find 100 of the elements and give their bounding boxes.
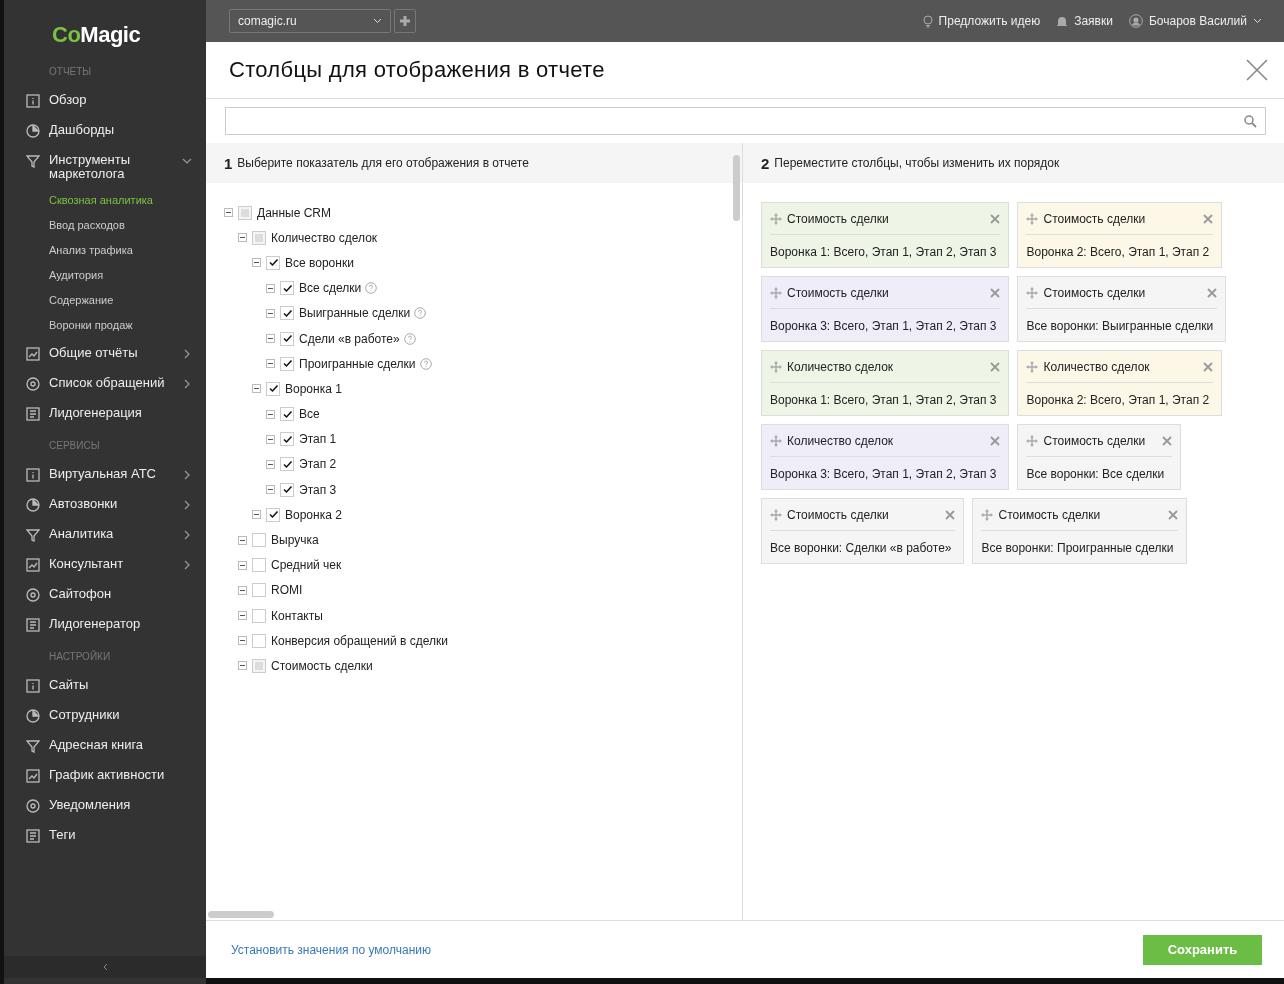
close-icon[interactable]	[990, 213, 1001, 224]
column-card[interactable]: Стоимость сделки Все воронки: Выигранные сделки	[1017, 276, 1227, 342]
collapse-icon[interactable]	[252, 510, 261, 520]
checkbox[interactable]	[280, 482, 294, 497]
site-select[interactable]: comagic.ru	[229, 9, 391, 33]
checkbox[interactable]	[280, 407, 294, 422]
menu-item[interactable]: Виртуальная АТС	[4, 459, 206, 489]
checkbox[interactable]	[266, 255, 280, 270]
tree-item-label[interactable]: Все воронки	[285, 255, 354, 270]
checkbox[interactable]	[252, 608, 266, 623]
close-icon[interactable]	[945, 509, 956, 520]
column-card[interactable]: Стоимость сделки Воронка 1: Всего, Этап 1, Этап 2, Этап 3	[761, 202, 1010, 268]
collapse-icon[interactable]	[266, 334, 275, 344]
menu-item[interactable]: Дашборды	[4, 115, 206, 145]
tree-item-label[interactable]: Выигранные сделки	[299, 306, 411, 321]
checkbox[interactable]	[280, 356, 294, 371]
collapse-icon[interactable]	[238, 560, 247, 570]
add-button[interactable]	[394, 9, 416, 33]
checkbox[interactable]	[252, 658, 266, 673]
submenu-item[interactable]: Воронки продаж	[4, 313, 133, 338]
menu-item[interactable]: Инструменты маркетолога	[4, 145, 206, 188]
checkbox[interactable]	[266, 381, 280, 396]
close-icon[interactable]	[1167, 509, 1178, 520]
collapse-icon[interactable]	[252, 384, 261, 394]
chevron-left-icon[interactable]	[102, 963, 108, 971]
move-icon[interactable]	[1026, 212, 1039, 225]
collapse-icon[interactable]	[238, 661, 247, 671]
menu-item[interactable]: Общие отчёты	[4, 338, 206, 368]
tree-item-label[interactable]: Средний чек	[271, 558, 342, 573]
menu-item[interactable]: Аналитика	[4, 519, 206, 549]
checkbox[interactable]	[252, 230, 266, 245]
tree-item-label[interactable]: Конверсия обращений в сделки	[271, 633, 449, 648]
move-icon[interactable]	[770, 434, 782, 447]
column-card[interactable]: Количество сделок Воронка 3: Всего, Этап 1, Этап 2, Этап 3	[761, 424, 1010, 490]
search-field[interactable]	[225, 107, 1266, 135]
user-menu[interactable]: Бочаров Василий	[1128, 14, 1262, 28]
collapse-icon[interactable]	[266, 283, 275, 293]
menu-item[interactable]: Сотрудники	[4, 700, 206, 730]
help-icon[interactable]	[414, 307, 427, 320]
collapse-icon[interactable]	[266, 485, 275, 495]
checkbox[interactable]	[266, 507, 280, 522]
checkbox[interactable]	[280, 457, 294, 472]
menu-item[interactable]: Адресная книга	[4, 730, 206, 760]
column-card[interactable]: Стоимость сделки Все воронки: Все сделки	[1017, 424, 1182, 490]
menu-item[interactable]: График активности	[4, 760, 206, 790]
move-icon[interactable]	[981, 508, 994, 521]
column-card[interactable]: Стоимость сделки Воронка 3: Всего, Этап 1, Этап 2, Этап 3	[761, 276, 1010, 342]
move-icon[interactable]	[1026, 286, 1039, 299]
move-icon[interactable]	[770, 212, 782, 225]
menu-item[interactable]: Автозвонки	[4, 489, 206, 519]
close-icon[interactable]	[990, 435, 1001, 446]
tree-item-label[interactable]: Выручка	[271, 533, 319, 548]
column-card[interactable]: Стоимость сделки Все воронки: Проигранные сделки	[972, 498, 1187, 564]
tree-item-label[interactable]: Все сделки	[299, 281, 362, 296]
tree-item-label[interactable]: Этап 1	[299, 432, 337, 447]
collapse-icon[interactable]	[252, 258, 261, 268]
submenu-item[interactable]: Содержание	[4, 288, 114, 313]
close-icon[interactable]	[990, 361, 1001, 372]
collapse-icon[interactable]	[266, 308, 275, 318]
menu-item[interactable]: Теги	[4, 820, 206, 850]
checkbox[interactable]	[238, 205, 252, 220]
help-icon[interactable]	[403, 332, 416, 345]
column-card[interactable]: Стоимость сделки Все воронки: Сделки «в работе»	[761, 498, 965, 564]
move-icon[interactable]	[1026, 434, 1039, 447]
column-card[interactable]: Количество сделок Воронка 1: Всего, Этап 1, Этап 2, Этап 3	[761, 350, 1010, 416]
menu-item[interactable]: Лидогенерация	[4, 398, 206, 428]
checkbox[interactable]	[252, 583, 266, 598]
checkbox[interactable]	[252, 633, 266, 648]
scrollbar[interactable]	[733, 155, 740, 221]
checkbox[interactable]	[280, 306, 294, 321]
submenu-item[interactable]: Сквозная аналитика	[4, 188, 153, 213]
top-link[interactable]: Заявки	[1056, 14, 1113, 28]
menu-item[interactable]: Лидогенератор	[4, 609, 206, 639]
close-icon[interactable]	[1203, 213, 1214, 224]
help-icon[interactable]	[419, 357, 432, 370]
checkbox[interactable]	[280, 281, 294, 296]
menu-item[interactable]: Консультант	[4, 549, 206, 579]
menu-item[interactable]: Уведомления	[4, 790, 206, 820]
collapse-icon[interactable]	[238, 535, 247, 545]
help-icon[interactable]	[365, 282, 378, 295]
column-card[interactable]: Количество сделок Воронка 2: Всего, Этап 1, Этап 2	[1017, 350, 1223, 416]
close-icon[interactable]	[990, 287, 1001, 298]
tree-item-label[interactable]: Воронка 2	[285, 507, 342, 522]
close-icon[interactable]	[1162, 435, 1173, 446]
checkbox[interactable]	[280, 331, 294, 346]
tree-item-label[interactable]: Воронка 1	[285, 381, 342, 396]
move-icon[interactable]	[770, 286, 782, 299]
scrollbar[interactable]	[208, 911, 274, 918]
tree-item-label[interactable]: Сдели «в работе»	[299, 331, 400, 346]
menu-item[interactable]: Список обращений	[4, 368, 206, 398]
submenu-item[interactable]: Анализ трафика	[4, 238, 133, 263]
collapse-icon[interactable]	[224, 208, 233, 218]
collapse-icon[interactable]	[238, 611, 247, 621]
tree-item-label[interactable]: Этап 3	[299, 482, 337, 497]
reset-defaults-link[interactable]: Установить значения по умолчанию	[231, 942, 431, 957]
close-icon[interactable]	[1203, 361, 1214, 372]
menu-item[interactable]: Сайтофон	[4, 579, 206, 609]
collapse-icon[interactable]	[266, 434, 275, 444]
tree-item-label[interactable]: Проигранные сделки	[299, 356, 416, 371]
tree-item-label[interactable]: Все	[299, 407, 320, 422]
